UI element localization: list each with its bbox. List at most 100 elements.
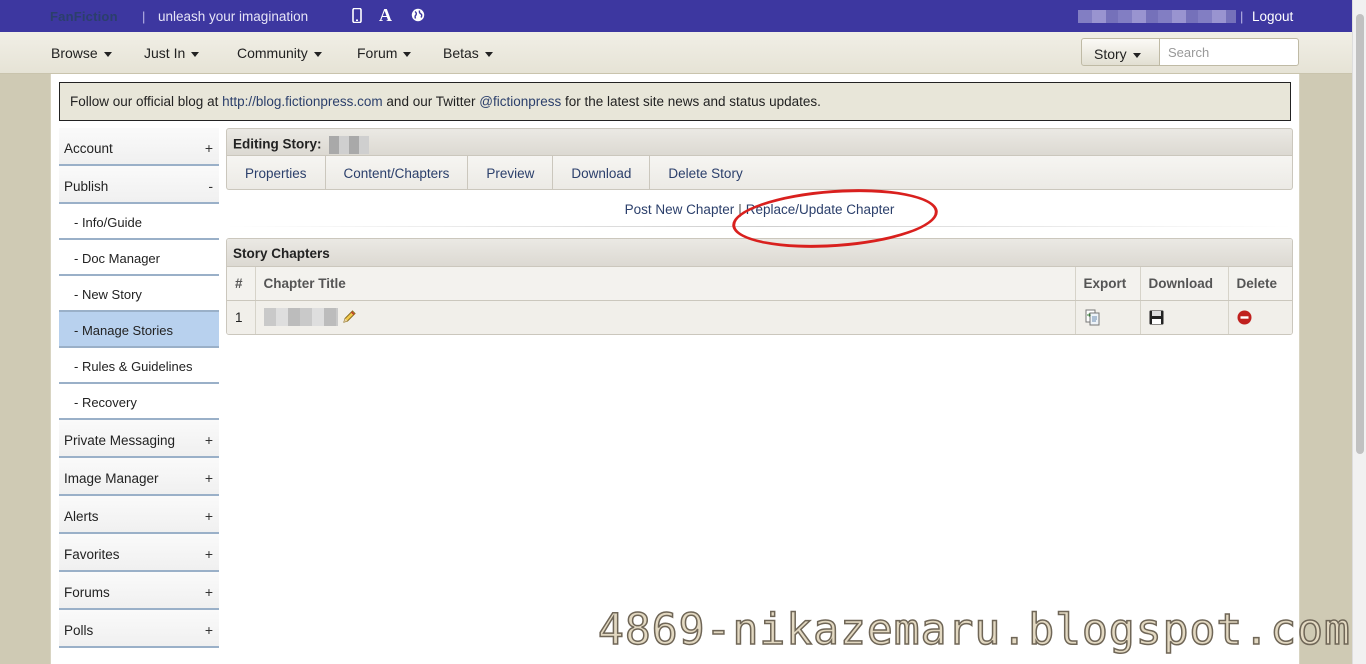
nav-browse-label: Browse	[51, 45, 98, 61]
sidebar-item-manage-stories[interactable]: - Manage Stories	[59, 312, 219, 348]
username-redacted[interactable]	[1078, 10, 1236, 23]
chapter-title-redacted	[263, 308, 338, 327]
sidebar-item-label: Polls	[64, 623, 94, 638]
top-bar: FanFiction | unleash your imagination A …	[0, 0, 1352, 32]
sidebar-item-recovery[interactable]: - Recovery	[59, 384, 219, 420]
chapters-table: # Chapter Title Export Download Delete 1	[227, 267, 1292, 334]
export-icon[interactable]	[1084, 308, 1102, 326]
col-export: Export	[1075, 267, 1141, 301]
post-new-chapter-link[interactable]: Post New Chapter	[625, 202, 735, 217]
sidebar-item-label: Alerts	[64, 509, 99, 524]
nav-browse[interactable]: Browse	[51, 45, 112, 61]
sidebar-item-favorites[interactable]: Favorites +	[59, 534, 219, 572]
sidebar-item-label: Favorites	[64, 547, 120, 562]
col-chapter-title: Chapter Title	[255, 267, 1076, 301]
search-type-label: Story	[1094, 46, 1127, 62]
nav-community[interactable]: Community	[237, 45, 322, 61]
nav-betas-label: Betas	[443, 45, 479, 61]
chapter-subnav: Post New Chapter | Replace/Update Chapter	[226, 182, 1293, 255]
sidebar-item-label: Publish	[64, 179, 109, 194]
tab-content-chapters[interactable]: Content/Chapters	[326, 156, 469, 189]
sidebar-item-new-story[interactable]: - New Story	[59, 276, 219, 312]
nav-betas[interactable]: Betas	[443, 45, 493, 61]
delete-cell	[1228, 300, 1292, 334]
story-title-redacted	[329, 136, 370, 154]
twitter-link[interactable]: @fictionpress	[479, 94, 561, 109]
sidebar: Account + Publish - - Info/Guide - Doc Man…	[59, 128, 219, 648]
sidebar-item-alerts[interactable]: Alerts +	[59, 496, 219, 534]
caret-down-icon	[191, 51, 200, 57]
expand-icon[interactable]: +	[205, 470, 213, 486]
col-download: Download	[1140, 267, 1229, 301]
expand-icon[interactable]: +	[205, 622, 213, 638]
story-tabs: Properties Content/Chapters Preview Down…	[226, 156, 1293, 190]
site-notice: Follow our official blog at http://blog.…	[59, 82, 1291, 121]
page-scrollbar[interactable]	[1352, 0, 1366, 664]
tab-download[interactable]: Download	[553, 156, 651, 189]
editing-story-label: Editing Story:	[233, 136, 322, 152]
sidebar-item-label: Image Manager	[64, 471, 159, 486]
caret-down-icon	[1132, 52, 1141, 58]
sidebar-item-rules-guidelines[interactable]: - Rules & Guidelines	[59, 348, 219, 384]
sidebar-item-info-guide[interactable]: - Info/Guide	[59, 204, 219, 240]
sidebar-item-image-manager[interactable]: Image Manager +	[59, 458, 219, 496]
search-type-select[interactable]: Story	[1081, 38, 1160, 66]
nav-just-in-label: Just In	[144, 45, 186, 61]
delete-icon[interactable]	[1237, 310, 1252, 325]
globe-icon[interactable]	[411, 8, 425, 22]
col-delete: Delete	[1228, 267, 1292, 301]
notice-text: and our Twitter	[382, 94, 480, 109]
sidebar-item-forums[interactable]: Forums +	[59, 572, 219, 610]
scrollbar-thumb[interactable]	[1356, 14, 1364, 454]
chapter-number: 1	[227, 300, 256, 334]
nav-forum-label: Forum	[357, 45, 398, 61]
blog-link[interactable]: http://blog.fictionpress.com	[222, 94, 383, 109]
mobile-icon[interactable]	[352, 8, 362, 23]
chapter-title-cell	[255, 300, 1076, 334]
expand-icon[interactable]: +	[205, 508, 213, 524]
pencil-edit-icon[interactable]	[341, 309, 357, 325]
watermark-text: 4869-nikazemaru.blogspot.com	[597, 604, 1351, 656]
tab-delete-story[interactable]: Delete Story	[650, 156, 760, 189]
story-chapters-title: Story Chapters	[227, 239, 1292, 267]
caret-down-icon	[403, 51, 412, 57]
sidebar-item-label: Forums	[64, 585, 110, 600]
sidebar-item-doc-manager[interactable]: - Doc Manager	[59, 240, 219, 276]
caret-down-icon	[103, 51, 112, 57]
sidebar-item-polls[interactable]: Polls +	[59, 610, 219, 648]
sidebar-item-private-messaging[interactable]: Private Messaging +	[59, 420, 219, 458]
sidebar-item-label: Private Messaging	[64, 433, 176, 448]
export-cell	[1075, 300, 1141, 334]
col-number: #	[227, 267, 256, 301]
expand-icon[interactable]: +	[205, 584, 213, 600]
editing-story-header: Editing Story:	[226, 128, 1293, 156]
content-wrapper: Follow our official blog at http://blog.…	[50, 74, 1300, 664]
tab-properties[interactable]: Properties	[227, 156, 326, 189]
expand-icon[interactable]: +	[205, 432, 213, 448]
font-size-icon[interactable]: A	[379, 5, 392, 26]
sidebar-item-publish[interactable]: Publish -	[59, 166, 219, 204]
nav-forum[interactable]: Forum	[357, 45, 412, 61]
topbar-separator-2: |	[1240, 9, 1244, 24]
nav-community-label: Community	[237, 45, 308, 61]
expand-icon[interactable]: +	[205, 140, 213, 156]
search-input[interactable]	[1159, 38, 1299, 66]
sidebar-item-label: Account	[64, 141, 113, 156]
caret-down-icon	[484, 51, 493, 57]
tab-preview[interactable]: Preview	[468, 156, 554, 189]
nav-just-in[interactable]: Just In	[144, 45, 200, 61]
topbar-separator: |	[142, 9, 146, 24]
story-chapters-table: Story Chapters # Chapter Title Export Do…	[226, 238, 1293, 335]
caret-down-icon	[313, 51, 322, 57]
sidebar-item-account[interactable]: Account +	[59, 128, 219, 166]
brand-logo[interactable]: FanFiction	[50, 9, 118, 24]
tagline: unleash your imagination	[158, 9, 309, 24]
logout-link[interactable]: Logout	[1252, 9, 1293, 24]
expand-icon[interactable]: +	[205, 546, 213, 562]
save-disk-icon[interactable]	[1149, 310, 1164, 325]
main-panel: Editing Story: Properties Content/Chapte…	[226, 128, 1293, 335]
notice-text: for the latest site news and status upda…	[561, 94, 821, 109]
nav-bar: Browse Just In Community Forum Betas Sto…	[0, 32, 1352, 74]
table-header-row: # Chapter Title Export Download Delete	[227, 267, 1292, 301]
collapse-icon[interactable]: -	[208, 178, 213, 194]
